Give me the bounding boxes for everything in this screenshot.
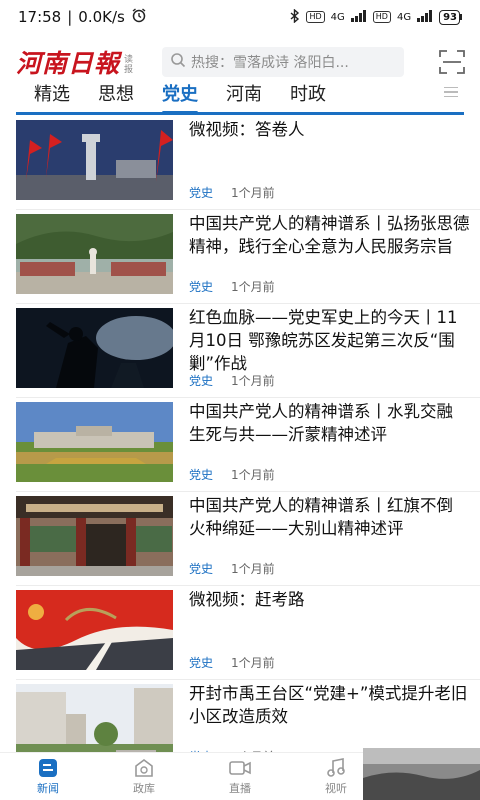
nav-library[interactable]: 政库: [96, 753, 192, 800]
hd-badge-1: HD: [306, 11, 325, 23]
signal-bars-icon: [417, 9, 433, 25]
live-icon: [229, 758, 251, 778]
status-time: 17:58: [18, 8, 62, 26]
nav-label: 新闻: [37, 781, 59, 795]
list-item[interactable]: 微视频：赶考路 党史 1个月前: [16, 586, 480, 680]
list-item[interactable]: 红色血脉——党史军史上的今天丨11月10日 鄂豫皖苏区发起第三次反“围剿”作战 …: [16, 304, 480, 398]
article-tag: 党史: [189, 374, 214, 388]
article-tag: 党史: [189, 656, 214, 670]
search-placeholder: 热搜：雪落成诗 洛阳白...: [191, 55, 349, 71]
app-logo[interactable]: 河南日報: [16, 44, 120, 80]
list-item[interactable]: 中国共产党人的精神谱系丨水乳交融 生死与共——沂蒙精神述评 党史 1个月前: [16, 398, 480, 492]
article-tag: 党史: [189, 186, 214, 200]
article-time: 1个月前: [231, 468, 275, 482]
music-icon: [325, 757, 347, 778]
bluetooth-icon: [290, 7, 300, 26]
search-bar[interactable]: 热搜：雪落成诗 洛阳白...: [162, 47, 405, 77]
nav-label: 直播: [229, 781, 251, 795]
article-thumbnail: [16, 684, 173, 756]
list-item[interactable]: 中国共产党人的精神谱系丨弘扬张思德精神，践行全心全意为人民服务宗旨 党史 1个月…: [16, 210, 480, 304]
menu-icon[interactable]: [444, 84, 458, 101]
article-thumbnail: [16, 120, 173, 200]
status-bar: 17:58 | 0.0K/s HD 4G HD 4G 93: [0, 0, 480, 34]
article-title[interactable]: 开封市禹王台区“党建+”模式提升老旧小区改造质效: [189, 682, 472, 728]
article-meta: 党史 1个月前: [189, 278, 275, 295]
article-time: 1个月前: [231, 656, 275, 670]
article-meta: 党史 1个月前: [189, 184, 275, 201]
article-meta: 党史 1个月前: [189, 654, 275, 671]
article-time: 1个月前: [231, 562, 275, 576]
logo-subtitle: 读报: [124, 55, 134, 75]
article-tag: 党史: [189, 280, 214, 294]
scan-icon[interactable]: [438, 49, 466, 75]
tabs-divider: [16, 112, 464, 115]
list-item[interactable]: 开封市禹王台区“党建+”模式提升老旧小区改造质效 党史 1个月前: [16, 680, 480, 756]
article-title[interactable]: 中国共产党人的精神谱系丨红旗不倒 火种绵延——大别山精神述评: [189, 494, 472, 540]
article-meta: 党史 1个月前: [189, 466, 275, 483]
article-time: 1个月前: [231, 186, 275, 200]
category-tabs: 精选 思想 党史 河南 时政: [0, 76, 480, 114]
battery-indicator: 93: [439, 9, 460, 25]
article-tag: 党史: [189, 468, 214, 482]
article-title[interactable]: 红色血脉——党史军史上的今天丨11月10日 鄂豫皖苏区发起第三次反“围剿”作战: [189, 306, 472, 375]
nav-live[interactable]: 直播: [192, 753, 288, 800]
article-thumbnail: [16, 402, 173, 482]
signal-label-1: 4G: [330, 11, 345, 23]
floating-thumbnail: [363, 748, 480, 800]
list-item[interactable]: 中国共产党人的精神谱系丨红旗不倒 火种绵延——大别山精神述评 党史 1个月前: [16, 492, 480, 586]
article-tag: 党史: [189, 562, 214, 576]
article-meta: 党史 1个月前: [189, 372, 275, 389]
article-title[interactable]: 中国共产党人的精神谱系丨水乳交融 生死与共——沂蒙精神述评: [189, 400, 472, 446]
nav-news[interactable]: 新闻: [0, 753, 96, 800]
signal-label-2: 4G: [396, 11, 412, 23]
search-icon: [170, 52, 186, 72]
tab-sixiang[interactable]: 思想: [98, 80, 134, 112]
tab-jingxuan[interactable]: 精选: [34, 80, 70, 112]
tab-henan[interactable]: 河南: [226, 80, 262, 112]
list-item[interactable]: 微视频：答卷人 党史 1个月前: [16, 116, 480, 210]
article-time: 1个月前: [231, 374, 275, 388]
tab-dangshi[interactable]: 党史: [162, 80, 198, 114]
signal-bars-icon: [350, 9, 367, 25]
status-speed: 0.0K/s: [78, 8, 125, 26]
article-meta: 党史 1个月前: [189, 560, 275, 577]
article-title[interactable]: 微视频：答卷人: [189, 118, 472, 141]
nav-label: 视听: [325, 781, 347, 795]
article-time: 1个月前: [231, 280, 275, 294]
news-icon: [37, 758, 59, 778]
nav-label: 政库: [133, 781, 155, 795]
library-icon: [133, 758, 155, 778]
tab-shizheng[interactable]: 时政: [290, 80, 326, 112]
article-list[interactable]: 微视频：答卷人 党史 1个月前 中国共产党人的精神谱系丨弘扬张思德精神，践行全心…: [16, 116, 480, 756]
article-thumbnail: [16, 496, 173, 576]
article-thumbnail: [16, 308, 173, 388]
article-thumbnail: [16, 590, 173, 670]
status-separator: |: [67, 8, 73, 26]
alarm-icon: [131, 7, 147, 27]
article-title[interactable]: 中国共产党人的精神谱系丨弘扬张思德精神，践行全心全意为人民服务宗旨: [189, 212, 472, 258]
article-thumbnail: [16, 214, 173, 294]
hd-badge-2: HD: [372, 11, 391, 23]
article-title[interactable]: 微视频：赶考路: [189, 588, 472, 611]
